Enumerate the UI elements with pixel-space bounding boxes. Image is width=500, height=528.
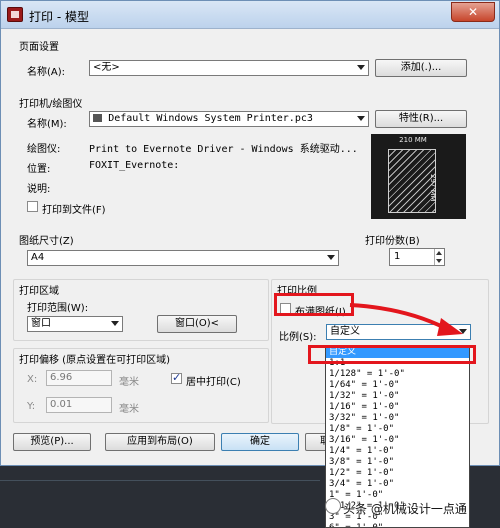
apply-to-layout-button[interactable]: 应用到布局(O): [105, 433, 215, 451]
paper-size-combo[interactable]: A4: [27, 250, 339, 266]
window-title: 打印 - 模型: [29, 10, 89, 24]
description-label: 说明:: [27, 184, 51, 195]
print-to-file-checkbox[interactable]: [27, 201, 38, 212]
paper-size-group-title: 图纸尺寸(Z): [19, 236, 74, 247]
scale-option[interactable]: 1/64" = 1'-0": [326, 380, 469, 391]
printer-name-label: 名称(M):: [27, 119, 67, 130]
offset-x-unit: 毫米: [119, 377, 139, 388]
page-setup-name-label: 名称(A):: [27, 67, 66, 78]
spinner-arrows-icon[interactable]: [434, 249, 444, 265]
title-bar[interactable]: 打印 - 模型 ✕: [1, 1, 499, 29]
plotter-label: 绘图仪:: [27, 144, 61, 155]
watermark-text: 头条 @机械设计一点通: [343, 502, 467, 516]
plotter-value: Print to Evernote Driver - Windows 系统驱动.…: [89, 144, 358, 155]
location-value: FOXIT_Evernote:: [89, 160, 180, 171]
scale-option[interactable]: 6" = 1'-0": [326, 523, 469, 527]
preview-height-label: 297 MM: [429, 174, 437, 202]
chevron-down-icon: [357, 116, 365, 121]
center-plot-checkbox[interactable]: [171, 371, 182, 384]
printer-name-combo[interactable]: Default Windows System Printer.pc3: [89, 111, 369, 127]
plot-area-group-title: 打印区域: [19, 286, 59, 297]
window-select-button[interactable]: 窗口(O)<: [157, 315, 237, 333]
annotation-arrow-icon: [349, 303, 463, 336]
plot-offset-group-title: 打印偏移 (原点设置在可打印区域): [19, 355, 170, 366]
ok-button[interactable]: 确定: [221, 433, 299, 451]
offset-x-label: X:: [27, 374, 38, 385]
printer-properties-button[interactable]: 特性(R)...: [375, 110, 467, 128]
printer-name-value: Default Windows System Printer.pc3: [108, 113, 313, 124]
add-page-setup-button[interactable]: 添加(.)...: [375, 59, 467, 77]
scale-option[interactable]: 1/8" = 1'-0": [326, 424, 469, 435]
scale-option[interactable]: 1/4" = 1'-0": [326, 446, 469, 457]
printer-icon: [93, 114, 102, 122]
copies-spinner[interactable]: 1: [389, 248, 445, 266]
chevron-down-icon: [357, 65, 365, 70]
plot-range-combo[interactable]: 窗口: [27, 316, 123, 332]
scale-label: 比例(S):: [279, 332, 317, 343]
scale-option[interactable]: 3/16" = 1'-0": [326, 435, 469, 446]
preview-button[interactable]: 预览(P)...: [13, 433, 91, 451]
page-setup-group-title: 页面设置: [19, 42, 59, 53]
plot-range-value: 窗口: [31, 318, 51, 329]
watermark-logo-icon: [325, 498, 341, 514]
offset-x-input[interactable]: 6.96: [46, 370, 112, 386]
center-plot-label: 居中打印(C): [186, 377, 241, 388]
fit-to-paper-highlight: [274, 293, 354, 316]
offset-y-label: Y:: [27, 401, 36, 412]
copies-value: 1: [394, 251, 401, 262]
scale-option[interactable]: 1/2" = 1'-0": [326, 468, 469, 479]
paper-preview: 210 MM 297 MM: [371, 134, 466, 219]
scale-option[interactable]: 1/128" = 1'-0": [326, 369, 469, 380]
scale-option[interactable]: 3/32" = 1'-0": [326, 413, 469, 424]
location-label: 位置:: [27, 164, 51, 175]
preview-width-label: 210 MM: [399, 136, 427, 144]
scale-option[interactable]: 1/16" = 1'-0": [326, 402, 469, 413]
chevron-down-icon: [327, 255, 335, 260]
printer-group-title: 打印机/绘图仪: [19, 99, 83, 110]
page-setup-name-value: <无>: [93, 62, 120, 73]
scale-option[interactable]: 3/8" = 1'-0": [326, 457, 469, 468]
plot-range-label: 打印范围(W):: [27, 303, 89, 314]
offset-y-input[interactable]: 0.01: [46, 397, 112, 413]
print-to-file-label: 打印到文件(F): [42, 205, 106, 216]
scale-option[interactable]: 3/4" = 1'-0": [326, 479, 469, 490]
page-setup-name-combo[interactable]: <无>: [89, 60, 369, 76]
background-divider: [0, 480, 320, 481]
autocad-app-icon: [7, 7, 23, 22]
paper-size-value: A4: [31, 252, 45, 263]
scale-option[interactable]: 1/32" = 1'-0": [326, 391, 469, 402]
chevron-down-icon: [111, 321, 119, 326]
offset-y-unit: 毫米: [119, 404, 139, 415]
copies-group-title: 打印份数(B): [365, 236, 420, 247]
close-button[interactable]: ✕: [451, 2, 495, 22]
scale-1-1-highlight: [308, 345, 476, 364]
